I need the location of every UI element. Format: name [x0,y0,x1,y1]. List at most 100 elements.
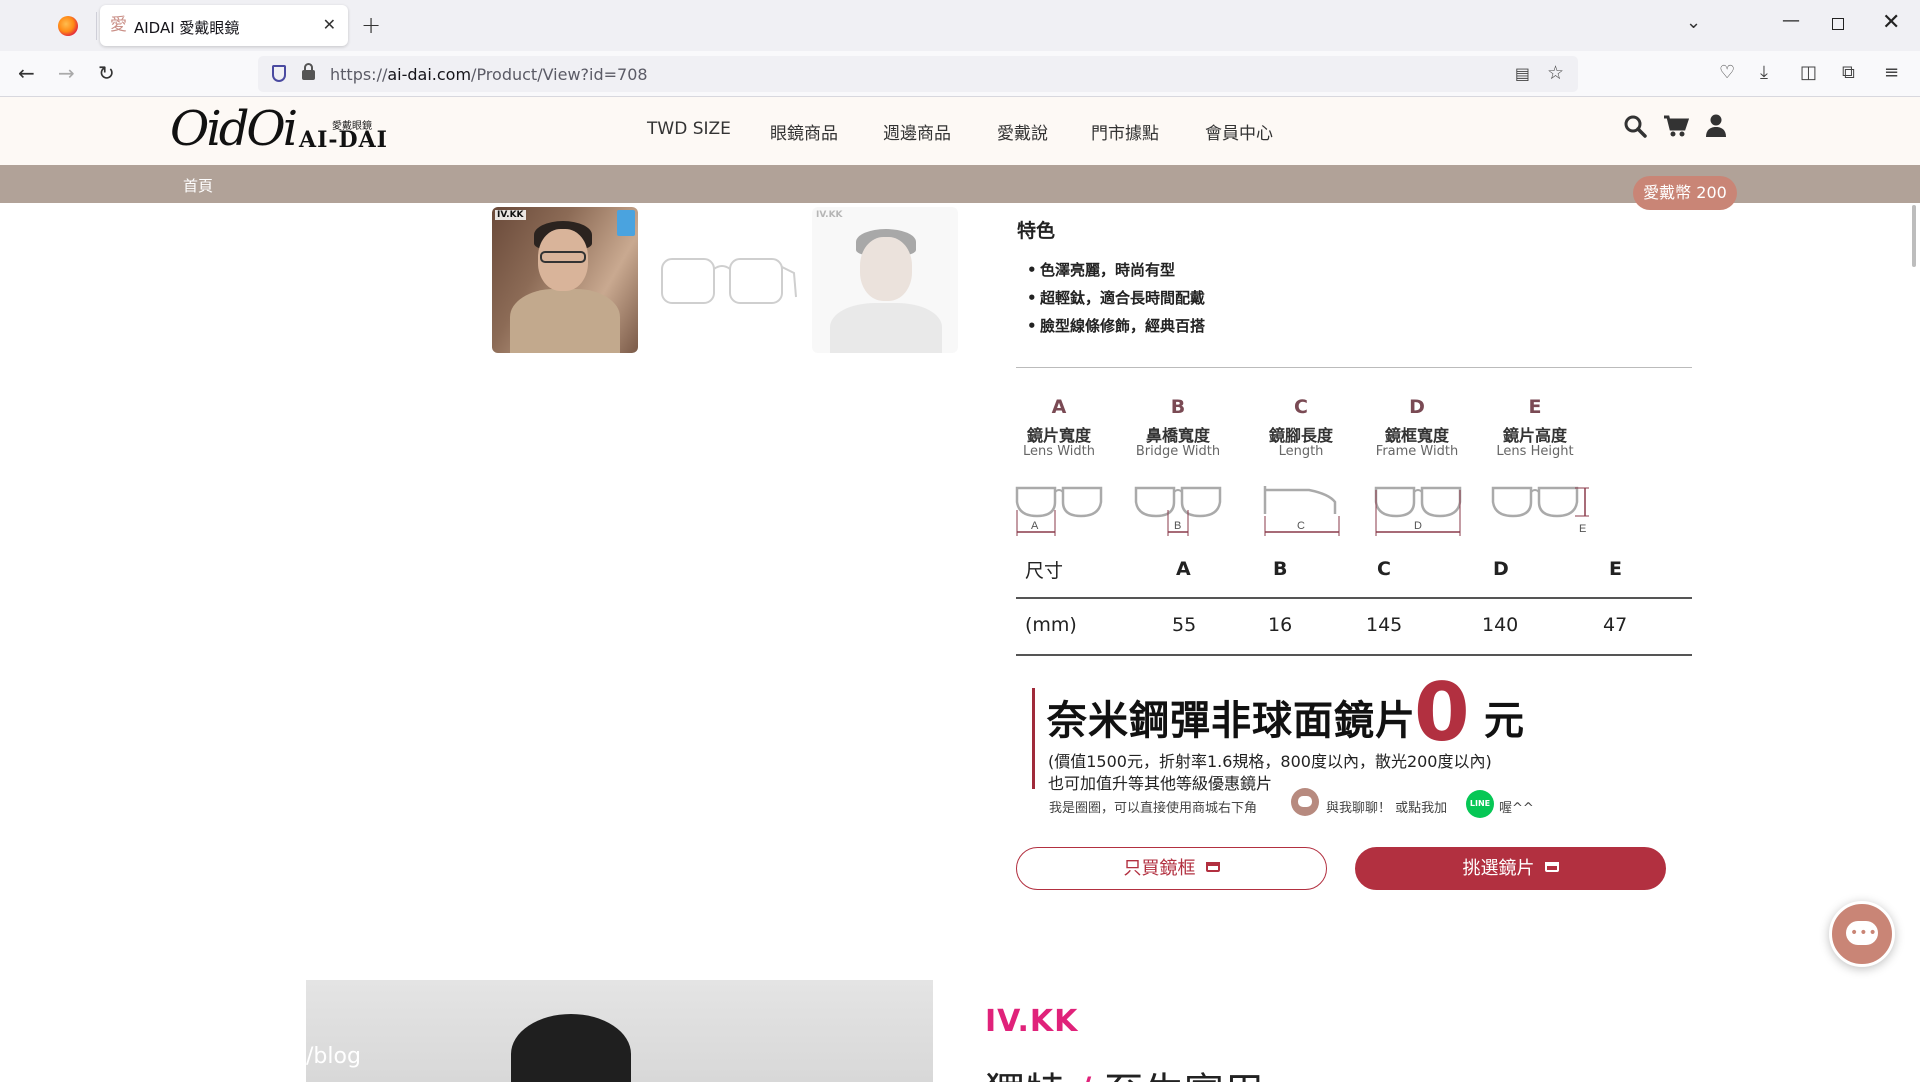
tab-separator [96,12,97,40]
svg-text:C: C [1297,520,1305,532]
product-thumbnail-model-front[interactable]: IV.KK [812,207,958,353]
features-list: 色澤亮麗，時尚有型 超輕鈦，適合長時間配戴 臉型線條修飾，經典百搭 [1027,256,1205,340]
dimension-label-cn: 鏡腳長度 [1268,426,1333,445]
browser-tab[interactable]: 愛 AIDAI 愛戴眼鏡 ✕ [100,5,348,46]
menu-twd-size[interactable]: TWD SIZE [647,119,731,139]
dimension-label-en: Frame Width [1375,444,1459,459]
choose-lens-label: 挑選鏡片 [1462,858,1535,879]
sidebar-icon[interactable]: ◫ [1800,63,1817,83]
window-close-icon[interactable]: ✕ [1882,10,1900,36]
coins-badge[interactable]: 愛戴幣 200 [1633,176,1737,210]
new-tab-icon[interactable]: + [361,11,381,39]
reader-view-icon[interactable]: ▤ [1515,64,1530,83]
address-bar[interactable]: https://ai-dai.com/Product/View?id=708 ▤… [258,56,1578,92]
firefox-icon[interactable] [58,16,78,36]
logo-script[interactable]: OidOi [170,103,298,155]
size-table-bottom-divider [1016,654,1692,656]
size-table-value-d: 140 [1482,614,1519,636]
dimension-label-en: Lens Height [1496,444,1574,459]
browser-tab-bar: 愛 AIDAI 愛戴眼鏡 ✕ + ⌄ — ✕ [0,0,1920,51]
bridge-width-diagram-icon: B [1134,486,1222,536]
dimension-label-en: Bridge Width [1135,444,1221,459]
tab-list-chevron-icon[interactable]: ⌄ [1686,12,1701,33]
size-table-divider [1016,597,1692,599]
logo-english[interactable]: AI-DAI [299,127,388,153]
window-maximize-icon[interactable] [1832,18,1844,30]
glasses-frame-icon [661,258,797,304]
menu-glasses[interactable]: 眼鏡商品 [770,119,838,144]
heading-right: 至生實用 [1104,1070,1264,1082]
promo-upgrade: 也可加值升等其他等級優惠鏡片 [1048,774,1273,793]
pocket-icon[interactable]: ♡ [1719,63,1735,83]
choose-lens-button[interactable]: 挑選鏡片 [1355,847,1666,890]
svg-text:B: B [1174,520,1181,532]
dimension-label-cn: 鏡片寬度 [1026,426,1091,445]
size-table-value-c: 145 [1366,614,1403,636]
back-arrow-icon[interactable]: ← [18,62,35,84]
chat-bubble-icon[interactable] [1291,788,1319,816]
dimension-a: A 鏡片寬度 Lens Width [1009,396,1109,462]
thumbnail-brand-badge: IV.KK [495,210,526,220]
breadcrumb-home[interactable]: 首頁 [183,175,213,196]
tab-title: AIDAI 愛戴眼鏡 [134,19,240,37]
product-thumbnail-model[interactable]: IV.KK [492,207,638,353]
menu-hamburger-icon[interactable]: ≡ [1884,63,1899,83]
user-icon[interactable] [1706,114,1726,144]
lens-width-diagram-icon: A [1015,486,1103,536]
feature-item: 色澤亮麗，時尚有型 [1027,256,1205,284]
thumbnail-face [860,237,912,301]
search-icon[interactable] [1623,114,1647,144]
menu-blog[interactable]: 愛戴說 [997,119,1048,144]
svg-text:D: D [1414,520,1422,532]
lock-icon[interactable] [302,63,315,80]
shield-icon[interactable] [272,65,286,82]
url-prefix: https:// [330,65,388,84]
dimension-letter: C [1294,396,1308,418]
banner-blog-text: /blog [306,1044,361,1069]
heading-left: 獨特 [985,1070,1065,1082]
cart-icon[interactable] [1663,114,1690,144]
promo-detail: (價值1500元，折射率1.6規格，800度以內，散光200度以內) [1048,752,1492,771]
dimension-letter: E [1528,396,1542,418]
product-thumbnail-frame[interactable] [654,207,800,353]
dimension-e: E 鏡片高度 Lens Height [1485,396,1585,462]
bookmark-star-icon[interactable]: ☆ [1547,62,1564,84]
buy-frame-only-button[interactable]: 只買鏡框 [1016,847,1327,890]
promo-chat-note-3: 喔^^ [1499,801,1534,816]
tab-close-icon[interactable]: ✕ [323,14,336,36]
dimension-label-en: Lens Width [1023,444,1095,459]
url-text[interactable]: https://ai-dai.com/Product/View?id=708 [330,65,648,84]
size-table-value-e: 47 [1603,614,1628,636]
brand-logo-ivkk: IV.KK [985,1004,1079,1039]
thumbnail-tag-icon [617,210,635,236]
promo-chat-note: 我是圈圈，可以直接使用商城右下角 [1049,801,1258,816]
reload-icon[interactable]: ↻ [98,62,115,84]
svg-text:A: A [1031,520,1039,532]
forward-arrow-icon[interactable]: → [58,62,75,84]
size-table-value-b: 16 [1268,614,1293,636]
chat-float-button[interactable] [1829,901,1895,967]
promo-unit: 元 [1484,698,1524,744]
dimension-c: C 鏡腳長度 Length [1251,396,1351,462]
dimension-label-cn: 鏡框寬度 [1384,426,1449,445]
dimension-d: D 鏡框寬度 Frame Width [1367,396,1467,462]
line-icon[interactable]: LINE [1466,790,1494,818]
browser-nav-bar: ← → ↻ https://ai-dai.com/Product/View?id… [0,51,1920,97]
menu-accessories[interactable]: 週邊商品 [883,119,951,144]
size-table-unit-label: (mm) [1025,614,1077,636]
window-minimize-icon[interactable]: — [1782,10,1800,31]
dimension-letter: B [1170,396,1186,418]
download-icon[interactable]: ⤓ [1760,63,1768,83]
buy-frame-only-label: 只買鏡框 [1123,858,1196,879]
page-scrollbar[interactable] [1912,205,1916,267]
heading-slash: / [1078,1070,1091,1082]
promo-chat-note-2: 與我聊聊！ 或點我加 [1326,801,1448,816]
size-table-col-a: A [1176,558,1191,580]
banner-model-hair [511,1014,631,1082]
menu-stores[interactable]: 門市據點 [1091,119,1159,144]
url-path: /Product/View?id=708 [471,65,648,84]
extensions-icon[interactable]: ⧉ [1842,63,1855,83]
menu-member[interactable]: 會員中心 [1205,119,1273,144]
features-title: 特色 [1017,220,1056,242]
brand-banner-image: /blog [306,980,933,1082]
